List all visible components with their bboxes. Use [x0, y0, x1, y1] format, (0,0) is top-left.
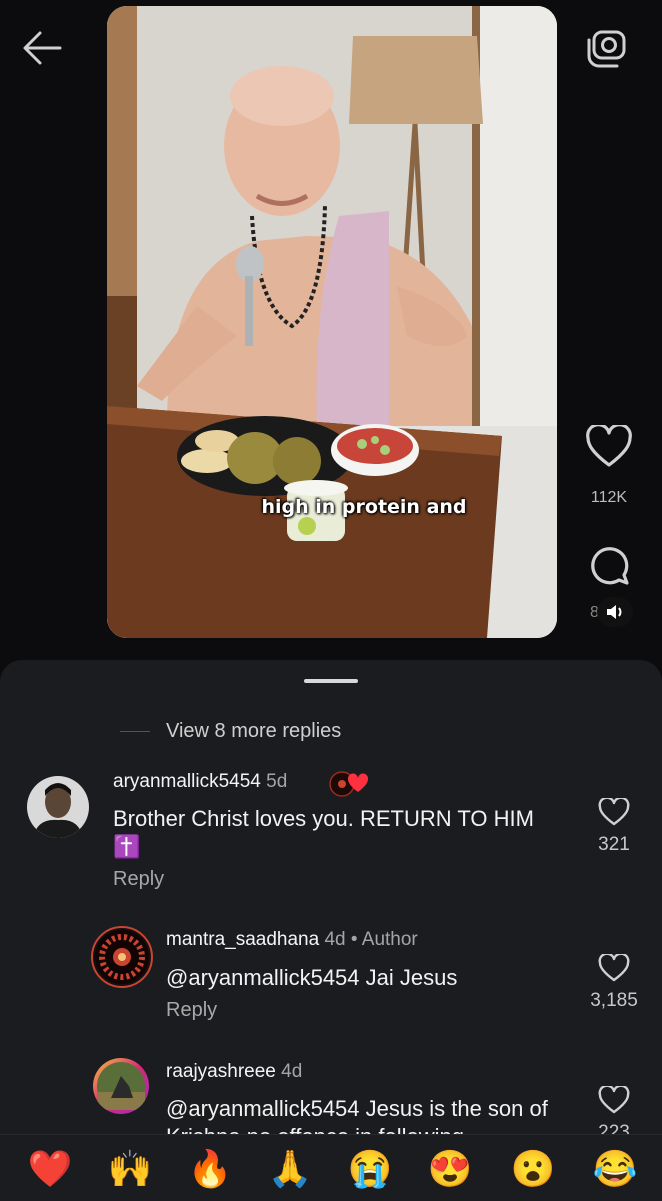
comment-time: 4d [324, 929, 346, 950]
video-caption: high in protein and [261, 496, 467, 518]
reaction-fire[interactable]: 🔥 [185, 1149, 235, 1189]
comment-like-heart-icon[interactable] [598, 1086, 630, 1114]
quick-reaction-bar: ❤️ 🙌 🔥 🙏 😭 😍 😮 😂 [0, 1134, 662, 1201]
comment-username[interactable]: raajyashreee [166, 1061, 276, 1082]
comment-username[interactable]: aryanmallick5454 [113, 771, 261, 792]
reaction-crying[interactable]: 😭 [345, 1149, 395, 1189]
sheet-drag-handle[interactable] [304, 679, 358, 683]
video-frame-illustration [107, 6, 557, 638]
comment-text: @aryanmallick5454 Jai Jesus [166, 965, 458, 990]
speaker-icon [607, 605, 622, 619]
avatar[interactable] [93, 1058, 149, 1114]
back-arrow-icon[interactable] [20, 28, 64, 68]
reaction-surprised[interactable]: 😮 [508, 1149, 558, 1189]
like-count: 112K [590, 489, 628, 506]
reaction-heart[interactable]: ❤️ [25, 1149, 75, 1189]
camera-icon[interactable] [584, 28, 630, 72]
author-avatar[interactable] [91, 926, 153, 988]
creator-liked-badge [328, 770, 369, 798]
comment-time: 4d [281, 1061, 303, 1082]
comment-text: Brother Christ loves you. RETURN TO HIM … [113, 806, 534, 859]
avatar-photo [97, 1062, 145, 1110]
comments-sheet[interactable]: View 8 more replies aryanmallick5454 5d … [0, 660, 662, 1200]
comment-like-heart-icon[interactable] [598, 954, 630, 982]
comment-like-count: 3,185 [590, 990, 638, 1011]
reaction-folded-hands[interactable]: 🙏 [265, 1149, 315, 1189]
reaction-heart-eyes[interactable]: 😍 [425, 1149, 475, 1189]
comment-username[interactable]: mantra_saadhana [166, 929, 319, 950]
reply-button[interactable]: Reply [113, 868, 164, 891]
sound-toggle-button[interactable] [597, 597, 633, 627]
view-more-replies-link[interactable]: View 8 more replies [166, 720, 341, 743]
mantra-logo-icon [95, 930, 149, 984]
comment-bubble-icon[interactable] [588, 544, 630, 586]
reaction-raised-hands[interactable]: 🙌 [105, 1149, 155, 1189]
avatar[interactable] [27, 776, 89, 838]
reaction-laughing[interactable]: 😂 [590, 1149, 640, 1189]
reply-button[interactable]: Reply [166, 999, 217, 1022]
comment-like-heart-icon[interactable] [598, 798, 630, 826]
avatar-photo [27, 776, 89, 838]
reel-video[interactable]: high in protein and [107, 6, 557, 638]
author-tag: Author [361, 929, 418, 950]
meta-separator: • [350, 929, 358, 950]
like-heart-icon[interactable] [585, 425, 633, 469]
comment-time: 5d [266, 771, 288, 792]
divider-line [120, 731, 150, 732]
comment-like-count: 321 [598, 834, 630, 855]
